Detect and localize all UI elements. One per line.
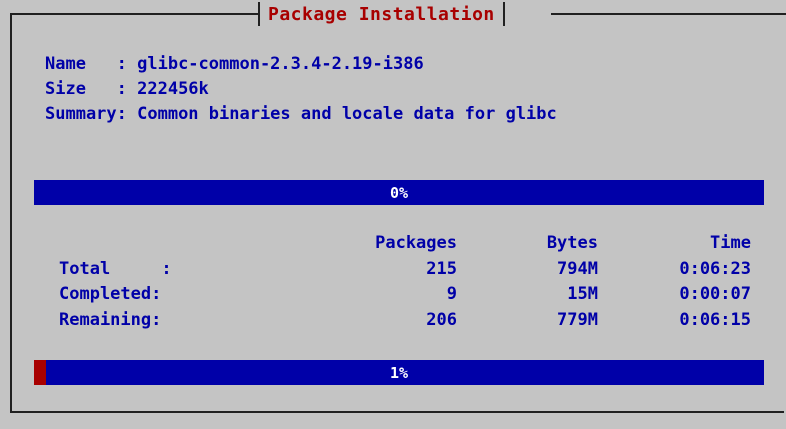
- stats-row-completed-packages: 9: [446, 284, 457, 304]
- stats-row-remaining-time: 0:06:15: [679, 310, 751, 330]
- package-summary-row: Summary: Common binaries and locale data…: [45, 104, 557, 124]
- dialog-title-wrap: Package Installation: [258, 0, 505, 28]
- stats-header-packages: Packages: [375, 233, 457, 253]
- stats-header-time: Time: [710, 233, 751, 253]
- stats-row-remaining-packages: 206: [426, 310, 457, 330]
- package-size-value: 222456k: [137, 79, 209, 99]
- stats-row-completed-bytes: 15M: [567, 284, 598, 304]
- package-progress-label: 0%: [389, 183, 409, 202]
- package-summary-value: Common binaries and locale data for glib…: [137, 104, 557, 124]
- stats-row-completed-time: 0:00:07: [679, 284, 751, 304]
- package-progress-bar: 0%: [34, 180, 764, 205]
- package-name-value: glibc-common-2.3.4-2.19-i386: [137, 54, 424, 74]
- stats-row-total-bytes: 794M: [557, 259, 598, 279]
- stats-row-remaining-label: Remaining:: [59, 310, 162, 330]
- stats-row-remaining-bytes: 779M: [557, 310, 598, 330]
- package-summary-label: Summary:: [45, 104, 138, 124]
- overall-progress-bar: 1%: [34, 360, 764, 385]
- stats-row-total-time: 0:06:23: [679, 259, 751, 279]
- package-size-row: Size : 222456k: [45, 79, 209, 99]
- package-name-row: Name : glibc-common-2.3.4-2.19-i386: [45, 54, 424, 74]
- overall-progress-label: 1%: [389, 363, 409, 382]
- stats-row-completed-label: Completed:: [59, 284, 162, 304]
- stats-row-total-label: Total :: [59, 259, 172, 279]
- stats-row-total-packages: 215: [426, 259, 457, 279]
- package-size-label: Size :: [45, 79, 138, 99]
- stats-header-bytes: Bytes: [546, 233, 598, 253]
- package-name-label: Name :: [45, 54, 138, 74]
- title-divider-right: [502, 2, 505, 26]
- dialog-title: Package Installation: [268, 3, 495, 25]
